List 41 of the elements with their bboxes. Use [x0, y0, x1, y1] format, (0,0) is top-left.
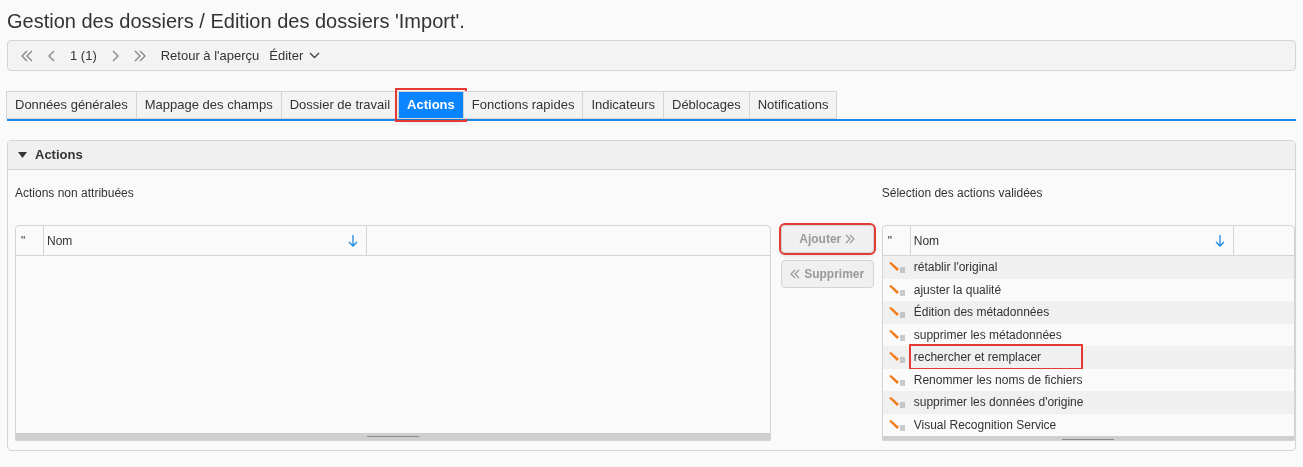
action-name: rechercher et remplacer	[910, 346, 1082, 369]
sort-down-icon[interactable]	[1214, 234, 1225, 247]
tab[interactable]: Indicateurs	[582, 91, 664, 119]
list-row[interactable]: rétablir l'original	[882, 256, 1294, 279]
next-page-icon[interactable]	[110, 49, 119, 62]
action-name: ajuster la qualité	[912, 281, 1003, 299]
caret-icon	[18, 151, 27, 159]
column-header[interactable]: Nom	[44, 226, 367, 255]
tab[interactable]: Notifications	[748, 91, 838, 119]
previous-page-icon[interactable]	[48, 49, 56, 62]
section-header[interactable]: Actions	[8, 141, 1295, 170]
sort-down-icon[interactable]	[348, 234, 358, 247]
page-counter: 1 (1)	[70, 46, 97, 65]
action-name: supprimer les métadonnées	[912, 326, 1063, 344]
tab[interactable]: Actions	[398, 91, 464, 119]
list-label: Sélection des actions validées	[881, 185, 1044, 202]
edit-menu[interactable]: Éditer	[269, 45, 321, 66]
action-name: Édition des métadonnées	[912, 303, 1051, 322]
list-row[interactable]: supprimer les données d'origine	[882, 391, 1294, 414]
column-header[interactable]: "	[882, 226, 911, 255]
tab[interactable]: Mappage des champs	[135, 91, 282, 119]
list-label: Actions non attribuées	[15, 185, 135, 202]
tab[interactable]: Déblocages	[663, 91, 750, 119]
tab[interactable]: Données générales	[6, 91, 137, 119]
chevrons-right-icon	[845, 234, 856, 244]
chevrons-left-icon	[790, 269, 801, 279]
action-name: supprimer les données d'origine	[912, 394, 1085, 412]
list-row[interactable]: Édition des métadonnées	[882, 301, 1294, 324]
action-name: Renommer les noms de fichiers	[912, 371, 1084, 389]
column-header[interactable]: Nom	[910, 226, 1234, 255]
tab[interactable]: Fonctions rapides	[462, 91, 584, 119]
action-name: rétablir l'original	[912, 259, 999, 277]
back-link[interactable]: Retour à l'aperçu	[160, 45, 260, 66]
page-title: Gestion des dossiers / Edition des dossiers 'Import'.	[6, 9, 466, 34]
action-name: Visual Recognition Service	[912, 416, 1058, 434]
tab[interactable]: Dossier de travail	[280, 91, 400, 119]
column-header[interactable]: "	[16, 226, 44, 255]
first-page-icon[interactable]	[20, 49, 34, 62]
last-page-icon[interactable]	[132, 49, 147, 62]
chevron-down-icon	[309, 52, 321, 59]
list-row[interactable]: rechercher et remplacer	[882, 346, 1294, 369]
